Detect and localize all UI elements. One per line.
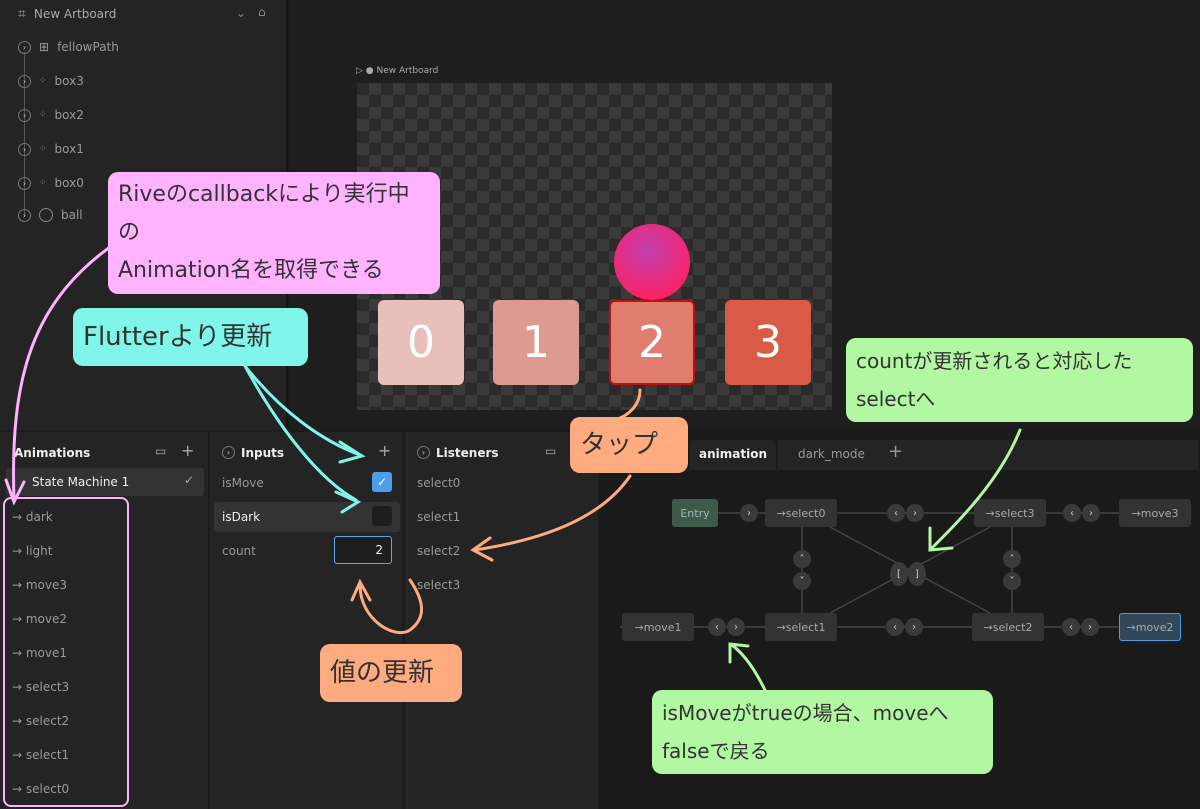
note-tap: タップ xyxy=(570,417,688,473)
note-callback: Riveのcallbackにより実行中の Animation名を取得できる xyxy=(108,172,440,294)
note-count: countが更新されると対応した selectへ xyxy=(846,338,1193,422)
note-ismove: isMoveがtrueの場合、moveへ falseで戻る xyxy=(652,690,993,774)
note-value: 値の更新 xyxy=(320,644,462,702)
note-flutter: Flutterより更新 xyxy=(73,308,308,366)
